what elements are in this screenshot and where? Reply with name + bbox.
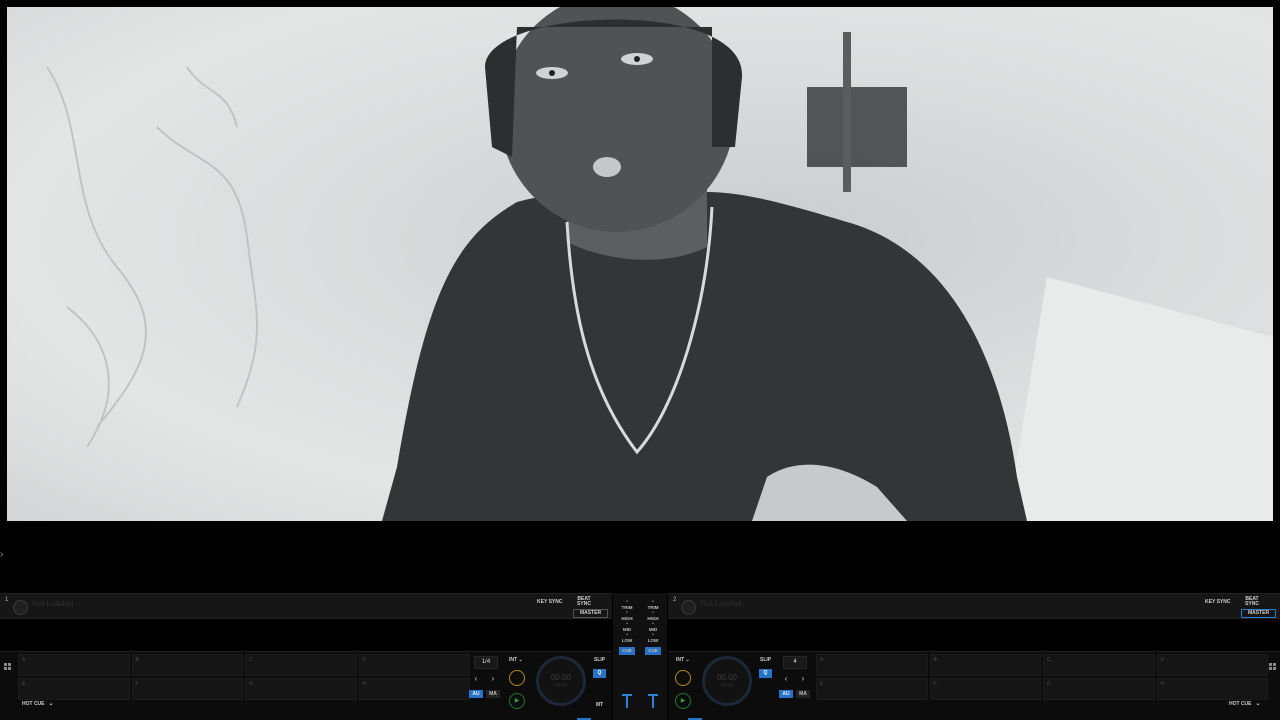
pad-a[interactable]: A bbox=[18, 654, 130, 676]
pad-d[interactable]: D bbox=[358, 654, 470, 676]
deck-2: 2 Not Loaded KEY SYNC BEAT SYNC MASTER I… bbox=[668, 593, 1280, 720]
beat-sync-button[interactable]: BEAT SYNC bbox=[1245, 597, 1259, 607]
jog-wheel[interactable]: 00.00 00:00 bbox=[702, 656, 752, 706]
pad-d[interactable]: D bbox=[1156, 654, 1268, 676]
quantize-button[interactable]: Q bbox=[759, 669, 772, 678]
pad-b[interactable]: B bbox=[131, 654, 243, 676]
pad-f[interactable]: F bbox=[929, 678, 1041, 700]
pads-grid-icon[interactable] bbox=[4, 663, 12, 671]
chevron-down-icon: ⌄ bbox=[48, 701, 54, 707]
mixer-channel-1: • TRIM • HIGH • MID • LOW CUE bbox=[617, 599, 637, 655]
auto-loop-button[interactable]: AU bbox=[779, 690, 793, 698]
master-tempo-button[interactable]: MT bbox=[596, 702, 603, 708]
cue-circle-button[interactable] bbox=[675, 670, 691, 686]
deck-1: 1 Not Loaded KEY SYNC BEAT SYNC MASTER A… bbox=[0, 593, 612, 720]
pad-h[interactable]: H bbox=[358, 678, 470, 700]
pad-h[interactable]: H bbox=[1156, 678, 1268, 700]
pad-g[interactable]: G bbox=[245, 678, 357, 700]
jog-time: 00.00 bbox=[550, 673, 572, 682]
loop-prev-button[interactable]: ‹ bbox=[470, 674, 482, 683]
pad-c[interactable]: C bbox=[1043, 654, 1155, 676]
loop-next-button[interactable]: › bbox=[797, 674, 809, 683]
int-label: INT bbox=[676, 657, 685, 663]
jog-subtime: 00:00 bbox=[554, 683, 568, 689]
manual-loop-button[interactable]: MA bbox=[486, 690, 500, 698]
beat-sync-button[interactable]: BEAT SYNC bbox=[577, 597, 591, 607]
int-dropdown[interactable]: INT ⌄ bbox=[676, 657, 690, 663]
slip-button[interactable]: SLIP bbox=[760, 657, 771, 663]
key-sync-button[interactable]: KEY SYNC bbox=[1205, 599, 1230, 605]
mixer: • TRIM • HIGH • MID • LOW CUE • TRIM • H… bbox=[613, 593, 667, 720]
loop-prev-button[interactable]: ‹ bbox=[780, 674, 792, 683]
hot-cue-label: HOT CUE bbox=[22, 701, 45, 707]
pad-c[interactable]: C bbox=[245, 654, 357, 676]
mixer-channel-2: • TRIM • HIGH • MID • LOW CUE bbox=[643, 599, 663, 655]
channel-fader-2-track bbox=[652, 694, 654, 708]
track-title: Not Loaded bbox=[700, 599, 742, 608]
deck-1-header: 1 Not Loaded KEY SYNC BEAT SYNC MASTER bbox=[0, 593, 612, 619]
jog-wheel[interactable]: 00.00 00:00 bbox=[536, 656, 586, 706]
play-button[interactable]: ▶ bbox=[509, 693, 525, 709]
loop-length-display[interactable]: 4 bbox=[783, 656, 807, 669]
beat-sync-label-2: SYNC bbox=[577, 601, 591, 607]
hot-cue-pads: A B C D E F G H bbox=[18, 654, 470, 700]
loop-next-button[interactable]: › bbox=[487, 674, 499, 683]
hot-cue-dropdown[interactable]: HOT CUE ⌄ bbox=[22, 700, 54, 707]
pad-f[interactable]: F bbox=[131, 678, 243, 700]
track-artwork-icon bbox=[13, 600, 28, 615]
deck-number: 1 bbox=[5, 597, 9, 603]
waveform-display[interactable] bbox=[0, 618, 612, 652]
beat-sync-label-2: SYNC bbox=[1245, 601, 1259, 607]
track-artwork-icon bbox=[681, 600, 696, 615]
jog-subtime: 00:00 bbox=[720, 683, 734, 689]
chevron-down-icon: ⌄ bbox=[685, 657, 690, 663]
cue-circle-button[interactable] bbox=[509, 670, 525, 686]
quantize-button[interactable]: Q bbox=[593, 669, 606, 678]
deck-number: 2 bbox=[673, 597, 677, 603]
chevron-right-icon[interactable]: › bbox=[0, 549, 8, 561]
channel-cue-button-2[interactable]: CUE bbox=[645, 647, 661, 655]
key-sync-button[interactable]: KEY SYNC bbox=[537, 599, 562, 605]
int-dropdown[interactable]: INT ⌄ bbox=[509, 657, 523, 663]
master-button[interactable]: MASTER bbox=[1241, 609, 1276, 618]
channel-fader-1-track bbox=[626, 694, 628, 708]
pad-g[interactable]: G bbox=[1043, 678, 1155, 700]
channel-cue-button-1[interactable]: CUE bbox=[619, 647, 635, 655]
int-label: INT bbox=[509, 657, 518, 663]
pad-e[interactable]: E bbox=[18, 678, 130, 700]
hot-cue-dropdown[interactable]: HOT CUE ⌄ bbox=[1229, 700, 1261, 707]
track-title: Not Loaded bbox=[32, 599, 74, 608]
low-label-2: LOW bbox=[647, 638, 659, 643]
pad-e[interactable]: E bbox=[816, 678, 928, 700]
deck-2-header: 2 Not Loaded KEY SYNC BEAT SYNC MASTER bbox=[668, 593, 1280, 619]
hot-cue-pads: A B C D E F G H bbox=[816, 654, 1268, 700]
video-preview bbox=[7, 7, 1273, 521]
chevron-down-icon: ⌄ bbox=[518, 657, 523, 663]
chevron-down-icon: ⌄ bbox=[1255, 701, 1261, 707]
manual-loop-button[interactable]: MA bbox=[796, 690, 810, 698]
pads-grid-icon[interactable] bbox=[1269, 663, 1277, 671]
master-button[interactable]: MASTER bbox=[573, 609, 608, 618]
loop-length-display[interactable]: 1/4 bbox=[474, 656, 498, 669]
slip-button[interactable]: SLIP bbox=[594, 657, 605, 663]
pad-b[interactable]: B bbox=[929, 654, 1041, 676]
pad-a[interactable]: A bbox=[816, 654, 928, 676]
waveform-display[interactable] bbox=[668, 618, 1280, 652]
low-label-1: LOW bbox=[621, 638, 633, 643]
jog-time: 00.00 bbox=[716, 673, 738, 682]
video-frame-image bbox=[46, 7, 1273, 521]
play-button[interactable]: ▶ bbox=[675, 693, 691, 709]
hot-cue-label: HOT CUE bbox=[1229, 701, 1252, 707]
auto-loop-button[interactable]: AU bbox=[469, 690, 483, 698]
